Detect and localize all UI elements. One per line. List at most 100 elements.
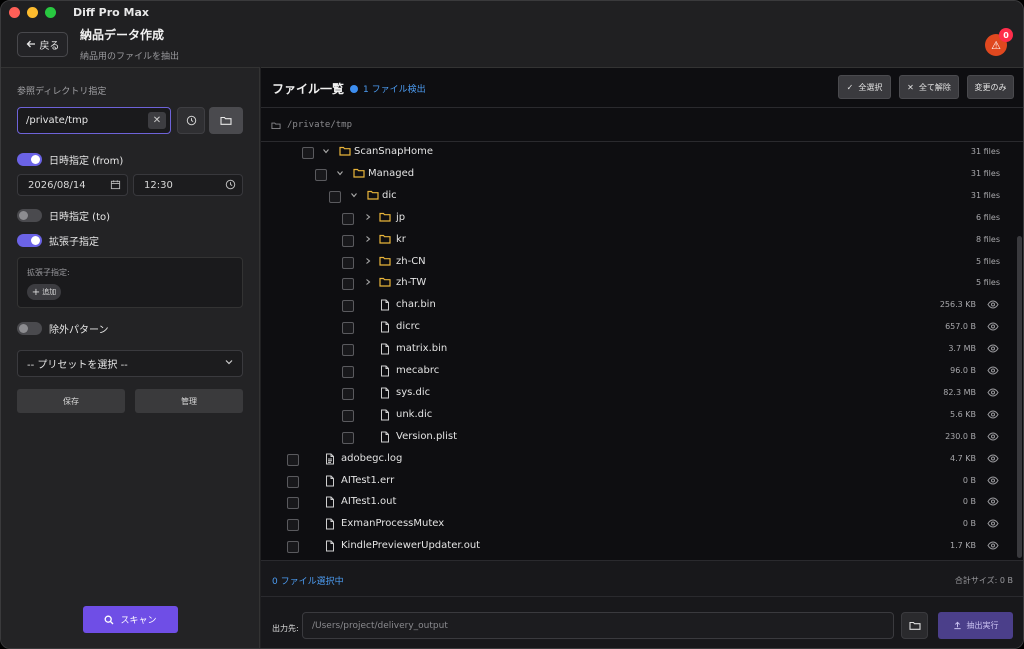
eye-icon[interactable]: [987, 344, 999, 356]
eye-icon[interactable]: [987, 475, 999, 488]
deselect-all-button[interactable]: ✕ 全て解除: [899, 75, 959, 99]
folder-row[interactable]: kr 8 files: [261, 230, 1015, 252]
output-folder-button[interactable]: [901, 612, 928, 639]
select-all-button[interactable]: ✓ 全選択: [838, 75, 891, 99]
row-checkbox[interactable]: [342, 300, 354, 313]
row-checkbox[interactable]: [287, 453, 299, 466]
eye-icon[interactable]: [987, 519, 999, 531]
chevron-down-icon[interactable]: [350, 191, 358, 202]
minimize-window-button[interactable]: [27, 6, 38, 18]
row-checkbox[interactable]: [315, 168, 327, 181]
eye-icon[interactable]: [987, 322, 999, 334]
file-row[interactable]: dicrc 657.0 B: [261, 317, 1015, 339]
row-checkbox[interactable]: [287, 497, 299, 510]
directory-input[interactable]: /private/tmp ✕: [17, 107, 171, 134]
extension-toggle-row[interactable]: 拡張子指定: [17, 233, 99, 248]
chevron-right-icon[interactable]: [364, 235, 372, 246]
file-row[interactable]: matrix.bin 3.7 MB: [261, 339, 1015, 361]
exclude-toggle-row[interactable]: 除外パターン: [17, 321, 109, 336]
folder-row[interactable]: Managed 31 files: [261, 164, 1015, 186]
clear-directory-button[interactable]: ✕: [148, 112, 166, 129]
row-name: Version.plist: [396, 430, 457, 442]
folder-icon: [271, 122, 281, 129]
add-extension-button[interactable]: + 追加: [27, 284, 61, 300]
folder-row[interactable]: jp 6 files: [261, 208, 1015, 230]
eye-icon[interactable]: [987, 432, 999, 444]
eye-icon[interactable]: [987, 454, 999, 466]
file-row[interactable]: KindlePreviewerUpdater.out 1.7 KB: [261, 536, 1015, 558]
exclude-toggle[interactable]: [17, 322, 42, 335]
folder-icon: [379, 256, 391, 269]
eye-icon[interactable]: [987, 410, 999, 422]
row-checkbox[interactable]: [342, 344, 354, 357]
close-window-button[interactable]: [9, 6, 20, 18]
zoom-window-button[interactable]: [45, 6, 56, 18]
file-icon: [380, 299, 390, 314]
row-checkbox[interactable]: [342, 278, 354, 291]
file-row[interactable]: unk.dic 5.6 KB: [261, 405, 1015, 427]
folder-row[interactable]: ScanSnapHome 31 files: [261, 143, 1015, 164]
file-row[interactable]: ExmanProcessMutex 0 B: [261, 514, 1015, 536]
alert-button[interactable]: ⚠ 0: [985, 28, 1013, 56]
eye-icon[interactable]: [987, 300, 999, 312]
date-field[interactable]: 2026/08/14: [17, 174, 128, 196]
folder-row[interactable]: dic 31 files: [261, 186, 1015, 208]
datetime-to-toggle[interactable]: [17, 209, 42, 222]
row-checkbox[interactable]: [342, 431, 354, 444]
eye-icon[interactable]: [987, 541, 999, 553]
file-row[interactable]: AITest1.err 0 B: [261, 471, 1015, 493]
browse-folder-button[interactable]: [209, 107, 243, 134]
changed-only-button[interactable]: 変更のみ: [967, 75, 1014, 99]
row-checkbox[interactable]: [302, 147, 314, 159]
status-dot-icon: [350, 84, 358, 93]
back-button[interactable]: 戻る: [17, 31, 68, 57]
datetime-to-toggle-row[interactable]: 日時指定 (to): [17, 208, 110, 223]
extract-button[interactable]: 抽出実行: [938, 612, 1013, 639]
row-checkbox[interactable]: [342, 366, 354, 378]
eye-icon[interactable]: [987, 366, 999, 378]
file-row[interactable]: AITest1.out 0 B: [261, 492, 1015, 514]
eye-icon[interactable]: [987, 497, 999, 509]
row-checkbox[interactable]: [342, 322, 354, 335]
row-name: AITest1.err: [341, 474, 395, 486]
file-row[interactable]: Version.plist 230.0 B: [261, 427, 1015, 449]
row-name: dicrc: [396, 321, 421, 333]
chevron-right-icon[interactable]: [364, 213, 372, 224]
row-name: unk.dic: [396, 408, 433, 420]
row-checkbox[interactable]: [342, 256, 354, 269]
row-checkbox[interactable]: [287, 475, 299, 488]
file-row[interactable]: adobegc.log 4.7 KB: [261, 449, 1015, 471]
folder-row[interactable]: zh-CN 5 files: [261, 252, 1015, 274]
extension-toggle[interactable]: [17, 234, 42, 247]
chevron-down-icon[interactable]: [336, 169, 344, 180]
chevron-down-icon[interactable]: [322, 147, 330, 158]
row-checkbox[interactable]: [287, 541, 299, 554]
scan-button[interactable]: スキャン: [83, 606, 178, 633]
row-checkbox[interactable]: [342, 212, 354, 225]
row-checkbox[interactable]: [342, 409, 354, 422]
eye-icon[interactable]: [987, 388, 999, 400]
chevron-right-icon[interactable]: [364, 278, 372, 289]
datetime-from-toggle[interactable]: [17, 153, 42, 166]
file-row[interactable]: sys.dic 82.3 MB: [261, 383, 1015, 405]
folder-row[interactable]: zh-TW 5 files: [261, 273, 1015, 295]
file-row[interactable]: char.bin 256.3 KB: [261, 295, 1015, 317]
ref-dir-label: 参照ディレクトリ指定: [17, 87, 107, 97]
output-path-input[interactable]: /Users/project/delivery_output: [302, 612, 894, 639]
manage-button[interactable]: 管理: [135, 389, 243, 413]
folder-icon: [379, 277, 391, 290]
chevron-right-icon[interactable]: [364, 257, 372, 268]
row-checkbox[interactable]: [342, 234, 354, 247]
preset-select[interactable]: -- プリセットを選択 --: [17, 350, 243, 377]
folder-icon: [220, 116, 232, 125]
row-checkbox[interactable]: [287, 519, 299, 532]
save-button[interactable]: 保存: [17, 389, 125, 413]
scrollbar[interactable]: [1017, 236, 1022, 558]
history-button[interactable]: [177, 107, 205, 134]
datetime-from-toggle-row[interactable]: 日時指定 (from): [17, 152, 123, 167]
time-field[interactable]: 12:30: [133, 174, 243, 196]
file-row[interactable]: mecabrc 96.0 B: [261, 361, 1015, 383]
extension-box: 拡張子指定: + 追加: [17, 257, 243, 308]
row-checkbox[interactable]: [342, 387, 354, 400]
row-checkbox[interactable]: [329, 190, 341, 203]
